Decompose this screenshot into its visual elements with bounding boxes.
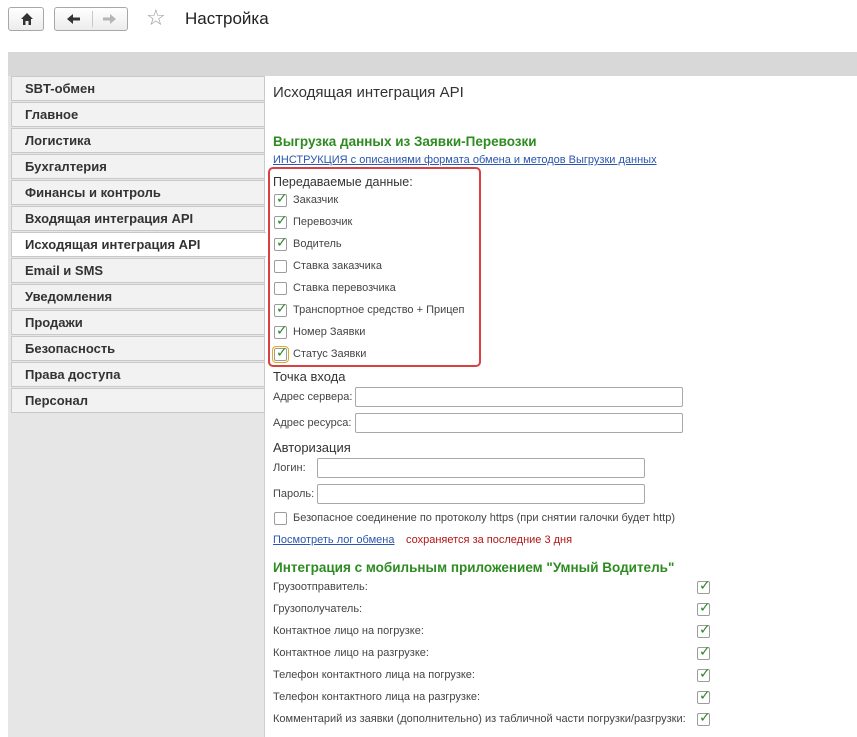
checkmark-icon: ✓ xyxy=(699,665,711,681)
arrow-left-icon xyxy=(67,14,80,24)
home-button[interactable] xyxy=(8,7,44,31)
sidebar-item[interactable]: Продажи xyxy=(11,310,265,335)
sidebar-item[interactable]: Исходящая интеграция API xyxy=(11,232,266,257)
https-label: Безопасное соединение по протоколу https… xyxy=(293,512,676,524)
page-title: Настройка xyxy=(185,9,269,28)
checkmark-icon: ✓ xyxy=(699,709,711,725)
home-icon xyxy=(21,13,33,25)
back-button[interactable] xyxy=(55,8,92,30)
star-icon[interactable]: ☆ xyxy=(146,7,166,29)
mobile-field-checkbox[interactable]: ✓ xyxy=(697,599,711,616)
data-checkbox-label: Заказчик xyxy=(293,194,339,206)
data-checkbox[interactable]: ✓ xyxy=(274,300,288,317)
mobile-field-label: Контактное лицо на погрузке: xyxy=(273,625,424,637)
data-checkbox-label: Ставка перевозчика xyxy=(293,282,396,294)
forward-button[interactable] xyxy=(93,8,128,30)
auth-title: Авторизация xyxy=(273,440,351,455)
export-section-title: Выгрузка данных из Заявки-Перевозки xyxy=(273,134,537,149)
log-retention-note: сохраняется за последние 3 дня xyxy=(406,534,573,546)
data-checkbox[interactable]: ✓ xyxy=(274,212,288,229)
sidebar-item[interactable]: Уведомления xyxy=(11,284,265,309)
server-label: Адрес сервера: xyxy=(273,391,353,403)
checkmark-icon: ✓ xyxy=(276,322,288,338)
header-bar xyxy=(8,52,857,76)
mobile-field-checkbox[interactable]: ✓ xyxy=(697,665,711,682)
sidebar-item[interactable]: Права доступа xyxy=(11,362,265,387)
login-input[interactable] xyxy=(317,458,645,478)
checkmark-icon: ✓ xyxy=(699,621,711,637)
data-checkbox-label: Перевозчик xyxy=(293,216,353,228)
mobile-field-label: Грузоотправитель: xyxy=(273,581,368,593)
sidebar-item[interactable]: Входящая интеграция API xyxy=(11,206,265,231)
data-checkbox[interactable]: ✓ xyxy=(274,322,288,339)
data-checkbox[interactable]: ✓ xyxy=(272,344,289,363)
instruction-link[interactable]: ИНСТРУКЦИЯ с описаниями формата обмена и… xyxy=(273,154,657,166)
sidebar-item[interactable]: Главное xyxy=(11,102,265,127)
sidebar-item[interactable]: Email и SMS xyxy=(11,258,265,283)
arrow-right-icon xyxy=(103,14,116,24)
mobile-field-label: Телефон контактного лица на погрузке: xyxy=(273,669,475,681)
checkmark-icon: ✓ xyxy=(699,687,711,703)
data-checkbox-label: Водитель xyxy=(293,238,342,250)
checkmark-icon: ✓ xyxy=(699,599,711,615)
checkmark-icon: ✓ xyxy=(276,344,288,360)
data-checkbox-label: Статус Заявки xyxy=(293,348,367,360)
sidebar-item[interactable]: Безопасность xyxy=(11,336,265,361)
main-panel: Исходящая интеграция API Выгрузка данных… xyxy=(265,76,857,737)
data-checkbox-label: Номер Заявки xyxy=(293,326,366,338)
data-checkbox[interactable] xyxy=(274,260,287,273)
mobile-field-checkbox[interactable]: ✓ xyxy=(697,643,711,660)
transmitted-data-label: Передаваемые данные: xyxy=(273,175,413,189)
password-label: Пароль: xyxy=(273,488,315,500)
checkmark-icon: ✓ xyxy=(276,190,288,206)
mobile-field-label: Контактное лицо на разгрузке: xyxy=(273,647,429,659)
entry-point-title: Точка входа xyxy=(273,369,346,384)
https-checkbox[interactable] xyxy=(274,512,287,525)
checkmark-icon: ✓ xyxy=(276,300,288,316)
mobile-field-checkbox[interactable]: ✓ xyxy=(697,687,711,704)
login-label: Логин: xyxy=(273,462,306,474)
resource-input[interactable] xyxy=(355,413,683,433)
password-input[interactable] xyxy=(317,484,645,504)
sidebar-item[interactable]: Логистика xyxy=(11,128,265,153)
resource-label: Адрес ресурса: xyxy=(273,417,352,429)
checkmark-icon: ✓ xyxy=(276,212,288,228)
mobile-field-label: Телефон контактного лица на разгрузке: xyxy=(273,691,481,703)
mobile-field-label: Комментарий из заявки (дополнительно) из… xyxy=(273,713,686,725)
mobile-field-checkbox[interactable]: ✓ xyxy=(697,577,711,594)
sidebar: SBT-обмен Главное Логистика Бухгалтерия Фина… xyxy=(8,76,266,737)
sidebar-item[interactable]: Финансы и контроль xyxy=(11,180,265,205)
data-checkbox-label: Транспортное средство + Прицеп xyxy=(293,304,465,316)
data-checkbox-label: Ставка заказчика xyxy=(293,260,382,272)
mobile-field-checkbox[interactable]: ✓ xyxy=(697,621,711,638)
toolbar: ☆ Настройка xyxy=(0,0,857,40)
checkmark-icon: ✓ xyxy=(699,643,711,659)
sidebar-item[interactable]: Персонал xyxy=(11,388,265,413)
data-checkbox[interactable]: ✓ xyxy=(274,234,288,251)
mobile-field-checkbox[interactable]: ✓ xyxy=(697,709,711,726)
mobile-section-title: Интеграция с мобильным приложением "Умны… xyxy=(273,560,675,575)
navigation-buttons xyxy=(54,7,128,31)
checkmark-icon: ✓ xyxy=(699,577,711,593)
sidebar-item[interactable]: Бухгалтерия xyxy=(11,154,265,179)
checkmark-icon: ✓ xyxy=(276,234,288,250)
server-input[interactable] xyxy=(355,387,683,407)
data-checkbox[interactable] xyxy=(274,282,287,295)
view-log-link[interactable]: Посмотреть лог обмена xyxy=(273,534,394,546)
mobile-field-label: Грузополучатель: xyxy=(273,603,363,615)
sidebar-item[interactable]: SBT-обмен xyxy=(11,76,265,101)
section-heading: Исходящая интеграция API xyxy=(273,84,464,101)
data-checkbox[interactable]: ✓ xyxy=(274,190,288,207)
